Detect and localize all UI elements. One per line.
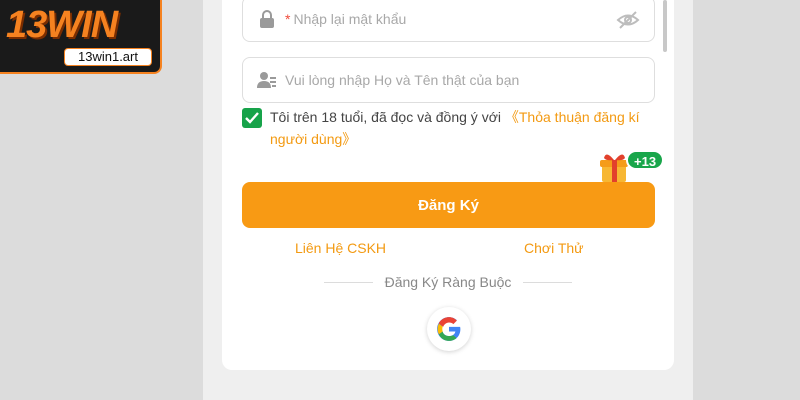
agreement-checkbox[interactable] bbox=[242, 108, 262, 128]
social-divider: Đăng Ký Ràng Buộc bbox=[324, 274, 573, 290]
register-button[interactable]: Đăng Ký bbox=[242, 182, 655, 228]
confirm-password-field[interactable]: * bbox=[242, 0, 655, 42]
agreement-text: Tôi trên 18 tuổi, đã đọc và đồng ý với 《… bbox=[270, 106, 662, 150]
agreement-label: Tôi trên 18 tuổi, đã đọc và đồng ý với bbox=[270, 109, 505, 125]
user-card-icon bbox=[257, 70, 277, 90]
lock-icon bbox=[257, 9, 277, 29]
required-mark: * bbox=[285, 11, 291, 27]
bonus-gift[interactable]: +13 bbox=[598, 148, 665, 184]
eye-off-icon[interactable] bbox=[616, 9, 640, 31]
confirm-password-input[interactable] bbox=[293, 11, 654, 27]
divider-line-right bbox=[523, 281, 573, 283]
social-divider-label: Đăng Ký Ràng Buộc bbox=[384, 274, 512, 290]
google-signup-button[interactable] bbox=[427, 307, 471, 351]
divider-line-left bbox=[324, 281, 373, 283]
full-name-input[interactable] bbox=[285, 72, 654, 88]
scrollbar[interactable] bbox=[663, 0, 667, 52]
try-play-link[interactable]: Chơi Thử bbox=[524, 240, 584, 256]
logo-text: 13WIN bbox=[6, 4, 118, 46]
support-link[interactable]: Liên Hệ CSKH bbox=[295, 240, 386, 256]
bonus-badge: +13 bbox=[626, 150, 665, 170]
google-icon bbox=[437, 317, 461, 341]
full-name-field[interactable] bbox=[242, 57, 655, 103]
agreement-row: Tôi trên 18 tuổi, đã đọc và đồng ý với 《… bbox=[242, 106, 662, 150]
logo-url: 13win1.art bbox=[64, 48, 152, 66]
brand-logo[interactable]: 13WIN 13win1.art bbox=[0, 0, 162, 74]
